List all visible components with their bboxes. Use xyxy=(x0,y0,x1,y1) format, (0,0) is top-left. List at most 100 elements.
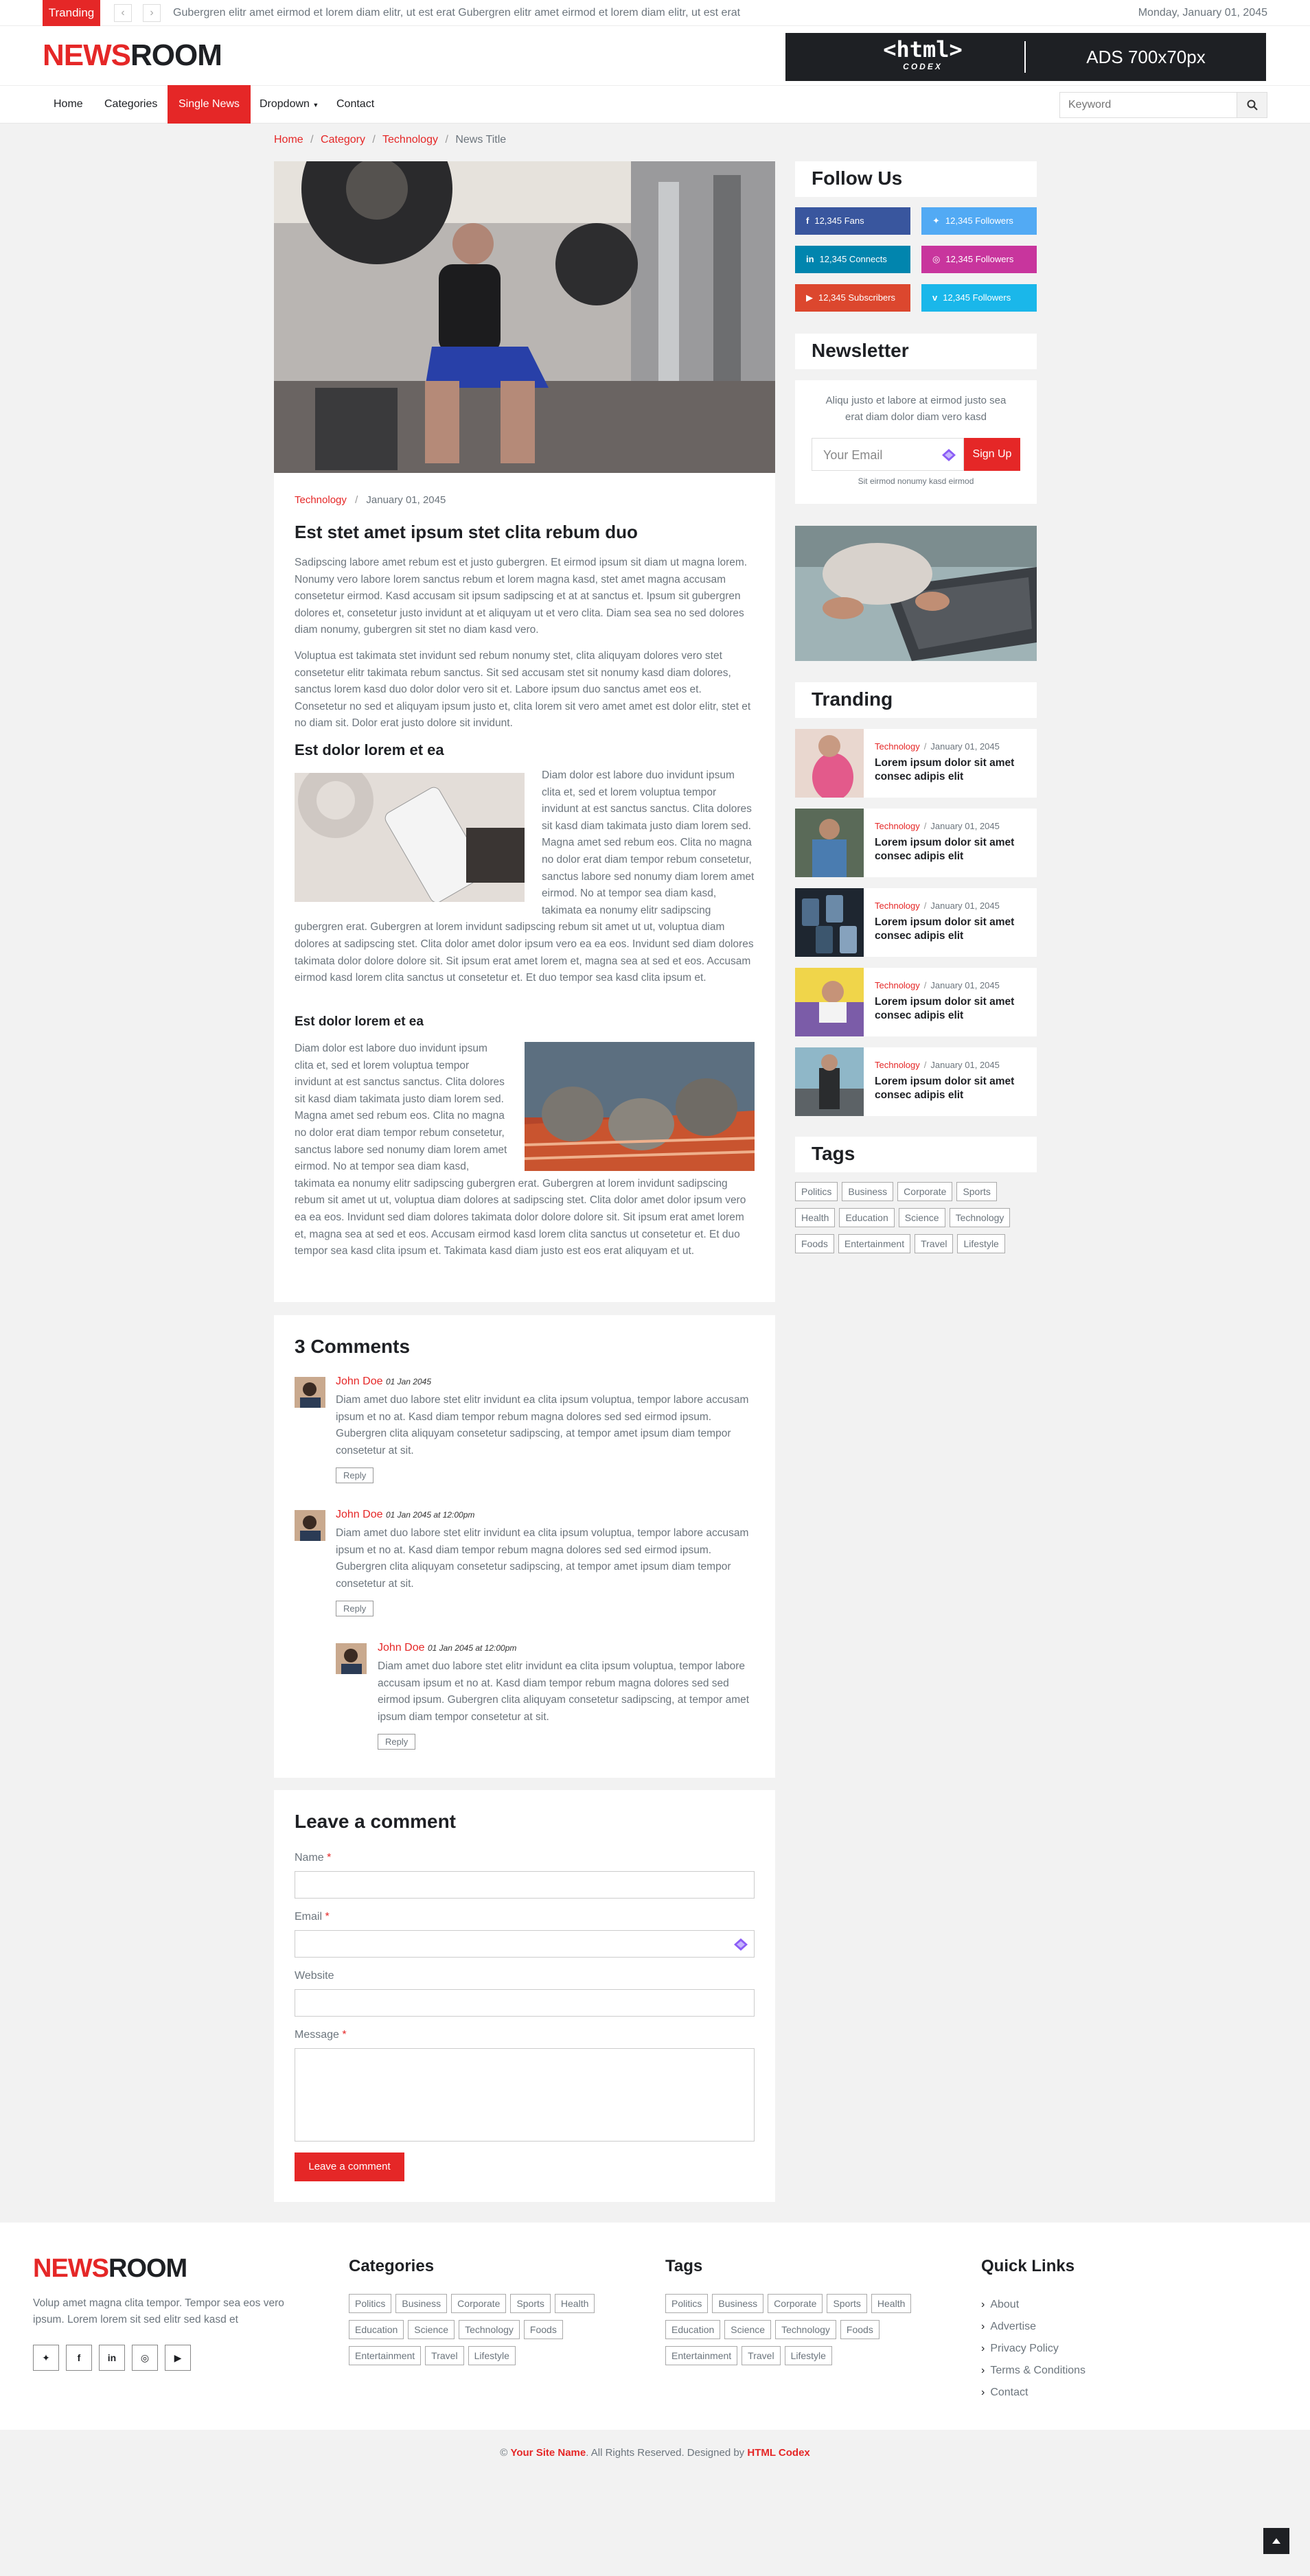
category-tag[interactable]: Business xyxy=(395,2294,448,2313)
trending-item[interactable]: Technology / January 01, 2045 Lorem ipsum … xyxy=(795,888,1037,957)
tag[interactable]: Health xyxy=(871,2294,912,2313)
signup-button[interactable]: Sign Up xyxy=(964,438,1020,471)
instagram-button[interactable]: ◎ 12,345 Followers xyxy=(921,246,1037,273)
trending-category[interactable]: Technology xyxy=(875,741,920,752)
category-tag[interactable]: Health xyxy=(554,2294,595,2313)
facebook-button[interactable]: f 12,345 Fans xyxy=(795,207,910,235)
nav-contact[interactable]: Contact xyxy=(325,85,385,124)
trending-headline[interactable]: Lorem ipsum dolor sit amet consec adipis… xyxy=(875,836,1026,863)
tag[interactable]: Lifestyle xyxy=(957,1234,1005,1253)
name-field[interactable] xyxy=(295,1871,755,1899)
tag[interactable]: Sports xyxy=(827,2294,867,2313)
trending-item[interactable]: Technology / January 01, 2045 Lorem ipsum … xyxy=(795,1047,1037,1116)
password-manager-icon[interactable] xyxy=(941,448,956,462)
twitter-icon[interactable]: ✦ xyxy=(33,2345,59,2371)
message-textarea[interactable] xyxy=(295,2048,755,2142)
quick-link-advertise[interactable]: › Advertise xyxy=(981,2316,1085,2338)
tag[interactable]: Entertainment xyxy=(665,2346,738,2365)
tag[interactable]: Corporate xyxy=(897,1182,953,1201)
trending-item[interactable]: Technology / January 01, 2045 Lorem ipsum … xyxy=(795,729,1037,798)
instagram-icon[interactable]: ◎ xyxy=(132,2345,158,2371)
category-tag[interactable]: Corporate xyxy=(451,2294,507,2313)
search-button[interactable] xyxy=(1237,93,1267,117)
nav-single-news[interactable]: Single News xyxy=(168,85,251,124)
newsletter-email-input[interactable]: Your Email xyxy=(812,438,964,471)
trending-category[interactable]: Technology xyxy=(875,821,920,831)
tag[interactable]: Politics xyxy=(795,1182,838,1201)
category-tag[interactable]: Education xyxy=(349,2320,404,2339)
tag[interactable]: Lifestyle xyxy=(784,2346,832,2365)
reply-button[interactable]: Reply xyxy=(378,1734,416,1750)
category-tag[interactable]: Politics xyxy=(349,2294,392,2313)
news-ticker[interactable]: Gubergren elitr amet eirmod et lorem dia… xyxy=(173,0,740,26)
site-name-link[interactable]: Your Site Name xyxy=(510,2447,586,2459)
password-manager-icon[interactable] xyxy=(733,1938,748,1951)
tag[interactable]: Health xyxy=(795,1208,836,1227)
tag[interactable]: Technology xyxy=(949,1208,1011,1227)
reply-button[interactable]: Reply xyxy=(336,1467,374,1484)
trending-item[interactable]: Technology / January 01, 2045 Lorem ipsum … xyxy=(795,809,1037,877)
tag[interactable]: Business xyxy=(712,2294,764,2313)
trending-category[interactable]: Technology xyxy=(875,1060,920,1070)
category-tag[interactable]: Science xyxy=(408,2320,455,2339)
trending-headline[interactable]: Lorem ipsum dolor sit amet consec adipis… xyxy=(875,1075,1026,1102)
comment-author[interactable]: John Doe xyxy=(336,1376,383,1387)
tag[interactable]: Travel xyxy=(915,1234,954,1253)
search-input[interactable] xyxy=(1060,93,1237,117)
submit-comment-button[interactable]: Leave a comment xyxy=(295,2153,404,2181)
tag[interactable]: Technology xyxy=(775,2320,836,2339)
tag[interactable]: Politics xyxy=(665,2294,709,2313)
twitter-button[interactable]: ✦ 12,345 Followers xyxy=(921,207,1037,235)
tag[interactable]: Foods xyxy=(795,1234,834,1253)
footer-logo[interactable]: NEWSROOM xyxy=(33,2254,187,2284)
tag[interactable]: Entertainment xyxy=(838,1234,911,1253)
linkedin-button[interactable]: in 12,345 Connects xyxy=(795,246,910,273)
tag[interactable]: Sports xyxy=(956,1182,997,1201)
comment-author[interactable]: John Doe xyxy=(378,1642,425,1653)
category-tag[interactable]: Sports xyxy=(510,2294,551,2313)
trending-category[interactable]: Technology xyxy=(875,901,920,911)
ticker-next-button[interactable]: › xyxy=(143,4,161,22)
email-field[interactable] xyxy=(295,1930,755,1958)
tag[interactable]: Education xyxy=(839,1208,895,1227)
quick-link-terms[interactable]: › Terms & Conditions xyxy=(981,2360,1085,2382)
tag[interactable]: Travel xyxy=(742,2346,781,2365)
breadcrumb-home[interactable]: Home xyxy=(274,134,303,146)
breadcrumb-sub[interactable]: Technology xyxy=(382,134,438,146)
sidebar-ad-image[interactable] xyxy=(795,526,1037,661)
designer-link[interactable]: HTML Codex xyxy=(747,2447,809,2459)
comment-author[interactable]: John Doe xyxy=(336,1509,383,1520)
trending-headline[interactable]: Lorem ipsum dolor sit amet consec adipis… xyxy=(875,995,1026,1023)
quick-link-privacy[interactable]: › Privacy Policy xyxy=(981,2338,1085,2360)
tag[interactable]: Corporate xyxy=(768,2294,823,2313)
back-to-top-button[interactable] xyxy=(1263,2528,1289,2554)
category-tag[interactable]: Technology xyxy=(459,2320,520,2339)
breadcrumb-category[interactable]: Category xyxy=(321,134,365,146)
trending-category[interactable]: Technology xyxy=(875,980,920,990)
tag[interactable]: Business xyxy=(842,1182,894,1201)
trending-headline[interactable]: Lorem ipsum dolor sit amet consec adipis… xyxy=(875,756,1026,784)
quick-link-contact[interactable]: › Contact xyxy=(981,2382,1085,2404)
website-field[interactable] xyxy=(295,1989,755,2017)
nav-categories[interactable]: Categories xyxy=(93,85,168,124)
linkedin-icon[interactable]: in xyxy=(99,2345,125,2371)
vimeo-button[interactable]: v 12,345 Followers xyxy=(921,284,1037,312)
youtube-icon[interactable]: ▶ xyxy=(165,2345,191,2371)
tag[interactable]: Science xyxy=(898,1208,945,1227)
reply-button[interactable]: Reply xyxy=(336,1601,374,1617)
facebook-icon[interactable]: f xyxy=(66,2345,92,2371)
trending-headline[interactable]: Lorem ipsum dolor sit amet consec adipis… xyxy=(875,916,1026,943)
category-tag[interactable]: Travel xyxy=(425,2346,464,2365)
tag[interactable]: Education xyxy=(665,2320,721,2339)
nav-dropdown[interactable]: Dropdown ▼ xyxy=(249,85,330,124)
quick-link-about[interactable]: › About xyxy=(981,2294,1085,2316)
nav-home[interactable]: Home xyxy=(43,85,94,124)
trending-item[interactable]: Technology / January 01, 2045 Lorem ipsum … xyxy=(795,968,1037,1036)
ticker-prev-button[interactable]: ‹ xyxy=(114,4,132,22)
category-tag[interactable]: Entertainment xyxy=(349,2346,422,2365)
site-logo[interactable]: NEWSROOM xyxy=(43,38,222,73)
tag[interactable]: Foods xyxy=(840,2320,880,2339)
category-tag[interactable]: Foods xyxy=(523,2320,563,2339)
tag[interactable]: Science xyxy=(724,2320,772,2339)
category-tag[interactable]: Lifestyle xyxy=(468,2346,516,2365)
